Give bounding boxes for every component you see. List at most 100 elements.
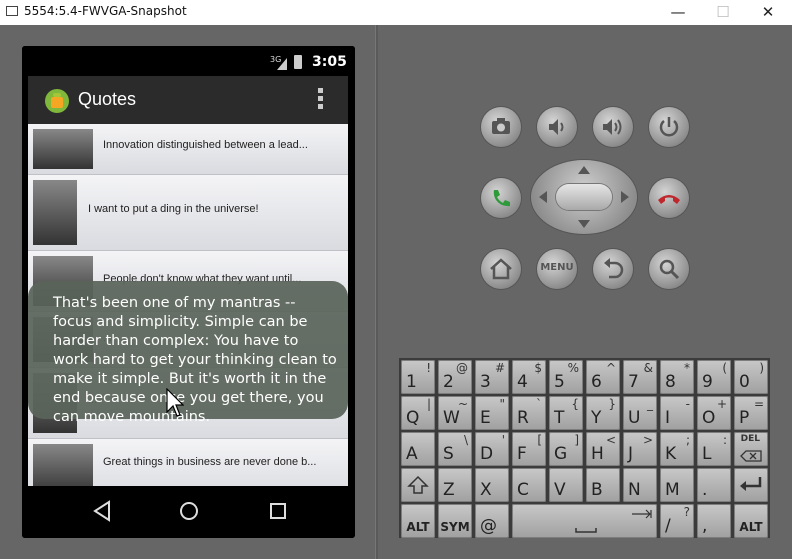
power-button[interactable]	[649, 107, 689, 147]
key-k[interactable]: K;	[660, 432, 694, 466]
search-button[interactable]	[649, 249, 689, 289]
call-button[interactable]	[481, 178, 521, 218]
minimize-button[interactable]: —	[655, 0, 701, 25]
key-3[interactable]: 3 #	[475, 360, 509, 394]
key-r[interactable]: R `	[512, 396, 546, 430]
key-b[interactable]: B	[586, 468, 620, 502]
key-d[interactable]: D '	[475, 432, 509, 466]
key-i[interactable]: I-	[660, 396, 694, 430]
key-comma[interactable]: ,	[697, 504, 731, 538]
list-item[interactable]: Great things in business are never done …	[28, 439, 348, 486]
key-f[interactable]: F[	[512, 432, 546, 466]
maximize-button[interactable]: ☐	[700, 0, 746, 25]
camera-icon	[492, 118, 510, 134]
key-slash[interactable]: /?	[660, 504, 694, 538]
navigation-bar	[22, 486, 355, 538]
search-icon	[659, 259, 680, 280]
key-9[interactable]: 9(	[697, 360, 731, 394]
end-call-icon	[658, 195, 680, 204]
close-button[interactable]: ✕	[745, 0, 791, 25]
camera-button[interactable]	[481, 107, 521, 147]
toast-text: That's been one of my mantras -- focus a…	[53, 295, 337, 425]
key-w[interactable]: W ~	[438, 396, 472, 430]
key-8[interactable]: 8 *	[660, 360, 694, 394]
quote-thumbnail	[33, 180, 77, 245]
enter-arrow-icon	[740, 477, 762, 491]
key-l[interactable]: L:	[697, 432, 731, 466]
signal-icon	[277, 58, 287, 70]
key-j[interactable]: J >	[623, 432, 657, 466]
delete-key[interactable]: DEL	[734, 432, 768, 466]
battery-icon	[294, 55, 302, 69]
key-period[interactable]: .	[697, 468, 731, 502]
back-icon[interactable]	[92, 500, 112, 522]
home-icon	[490, 258, 512, 280]
key-o[interactable]: O +	[697, 396, 731, 430]
mouse-cursor-icon	[166, 388, 184, 417]
key-2[interactable]: 2 @	[438, 360, 472, 394]
shift-key[interactable]	[401, 468, 435, 502]
android-app-icon	[45, 89, 69, 113]
overflow-menu-icon[interactable]	[318, 88, 324, 112]
key-at[interactable]: @	[475, 504, 509, 538]
space-tab-icon	[575, 509, 652, 533]
end-call-button[interactable]	[649, 178, 689, 218]
power-icon	[659, 117, 679, 137]
alt-key-right[interactable]: ALT	[734, 504, 768, 538]
key-6[interactable]: 6 ^	[586, 360, 620, 394]
recents-icon[interactable]	[268, 500, 288, 522]
list-item[interactable]: I want to put a ding in the universe!	[28, 175, 348, 251]
key-z[interactable]: Z	[438, 468, 472, 502]
list-item[interactable]: Innovation distinguished between a lead.…	[28, 124, 348, 175]
key-m[interactable]: M	[660, 468, 694, 502]
backspace-icon	[740, 450, 762, 462]
volume-up-button[interactable]	[593, 107, 633, 147]
phone-call-icon	[493, 190, 510, 207]
key-c[interactable]: C	[512, 468, 546, 502]
window-title-bar: 5554:5.4-FWVGA-Snapshot — ☐ ✕	[0, 0, 792, 25]
key-5[interactable]: 5%	[549, 360, 583, 394]
key-a[interactable]: A	[401, 432, 435, 466]
menu-button-label: MENU	[540, 262, 574, 273]
home-button[interactable]	[481, 249, 521, 289]
key-x[interactable]: X	[475, 468, 509, 502]
key-v[interactable]: V	[549, 468, 583, 502]
volume-down-button[interactable]	[537, 107, 577, 147]
key-0[interactable]: 0)	[734, 360, 768, 394]
key-e[interactable]: E "	[475, 396, 509, 430]
key-u[interactable]: U _	[623, 396, 657, 430]
app-window-icon	[6, 6, 18, 16]
key-s[interactable]: S \	[438, 432, 472, 466]
dpad[interactable]	[531, 160, 637, 234]
key-h[interactable]: H <	[586, 432, 620, 466]
key-q[interactable]: Q |	[401, 396, 435, 430]
home-icon[interactable]	[178, 500, 200, 522]
sym-key[interactable]: SYM	[438, 504, 472, 538]
key-t[interactable]: T{	[549, 396, 583, 430]
quote-text: I want to put a ding in the universe!	[88, 203, 259, 215]
space-key[interactable]	[512, 504, 657, 538]
app-title: Quotes	[78, 89, 137, 109]
back-button[interactable]	[593, 249, 633, 289]
enter-key[interactable]	[734, 468, 768, 502]
shift-arrow-icon	[407, 475, 429, 494]
volume-up-icon	[603, 119, 622, 135]
key-p[interactable]: P =	[734, 396, 768, 430]
window-title: 5554:5.4-FWVGA-Snapshot	[24, 4, 187, 18]
key-1[interactable]: 1!	[401, 360, 435, 394]
key-n[interactable]: N	[623, 468, 657, 502]
action-bar: Quotes	[28, 76, 348, 124]
quote-text: Innovation distinguished between a lead.…	[103, 139, 308, 151]
dpad-center-button[interactable]	[556, 184, 612, 210]
key-4[interactable]: 4 $	[512, 360, 546, 394]
alt-key-left[interactable]: ALT	[401, 504, 435, 538]
clock: 3:05	[312, 54, 347, 70]
key-7[interactable]: 7 &	[623, 360, 657, 394]
volume-down-icon	[549, 119, 564, 135]
quote-thumbnail	[33, 444, 93, 486]
quote-text: Great things in business are never done …	[103, 456, 317, 468]
key-g[interactable]: G]	[549, 432, 583, 466]
back-arrow-icon	[604, 258, 624, 279]
key-y[interactable]: Y}	[586, 396, 620, 430]
menu-button[interactable]: MENU	[537, 249, 577, 289]
